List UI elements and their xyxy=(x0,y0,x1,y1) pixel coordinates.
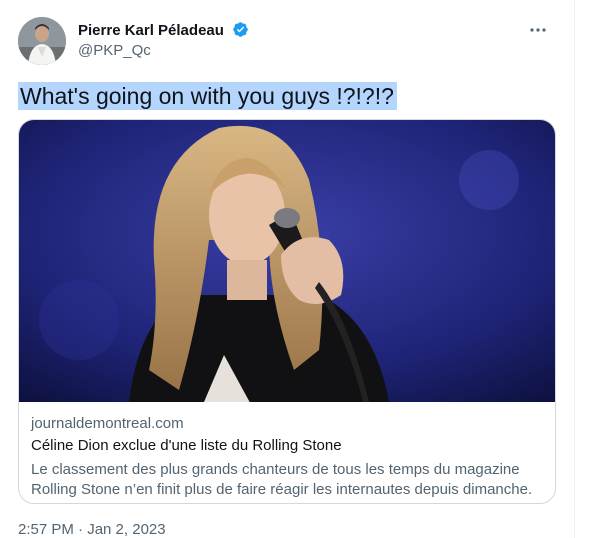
more-options-button[interactable] xyxy=(524,16,552,44)
card-body: journaldemontreal.com Céline Dion exclue… xyxy=(31,414,543,500)
author-name-text: Pierre Karl Péladeau xyxy=(78,22,224,39)
verified-badge-icon xyxy=(232,21,249,42)
author-handle[interactable]: @PKP_Qc xyxy=(78,42,151,59)
card-description: Le classement des plus grands chanteurs … xyxy=(31,461,533,498)
link-preview-card[interactable]: journaldemontreal.com Céline Dion exclue… xyxy=(18,119,556,504)
card-domain: journaldemontreal.com xyxy=(31,415,184,432)
tweet: Pierre Karl Péladeau @PKP_Qc What's goin… xyxy=(0,0,600,538)
card-title: Céline Dion exclue d'une liste du Rollin… xyxy=(31,437,342,454)
tweet-text: What's going on with you guys !?!?!? xyxy=(18,82,397,110)
card-image xyxy=(19,120,555,402)
more-dots-icon xyxy=(530,28,546,32)
column-divider xyxy=(574,0,575,538)
tweet-timestamp[interactable]: 2:57 PM · Jan 2, 2023 xyxy=(18,521,166,538)
avatar-photo xyxy=(18,17,66,65)
author-name[interactable]: Pierre Karl Péladeau xyxy=(78,21,249,42)
avatar[interactable] xyxy=(18,17,66,65)
